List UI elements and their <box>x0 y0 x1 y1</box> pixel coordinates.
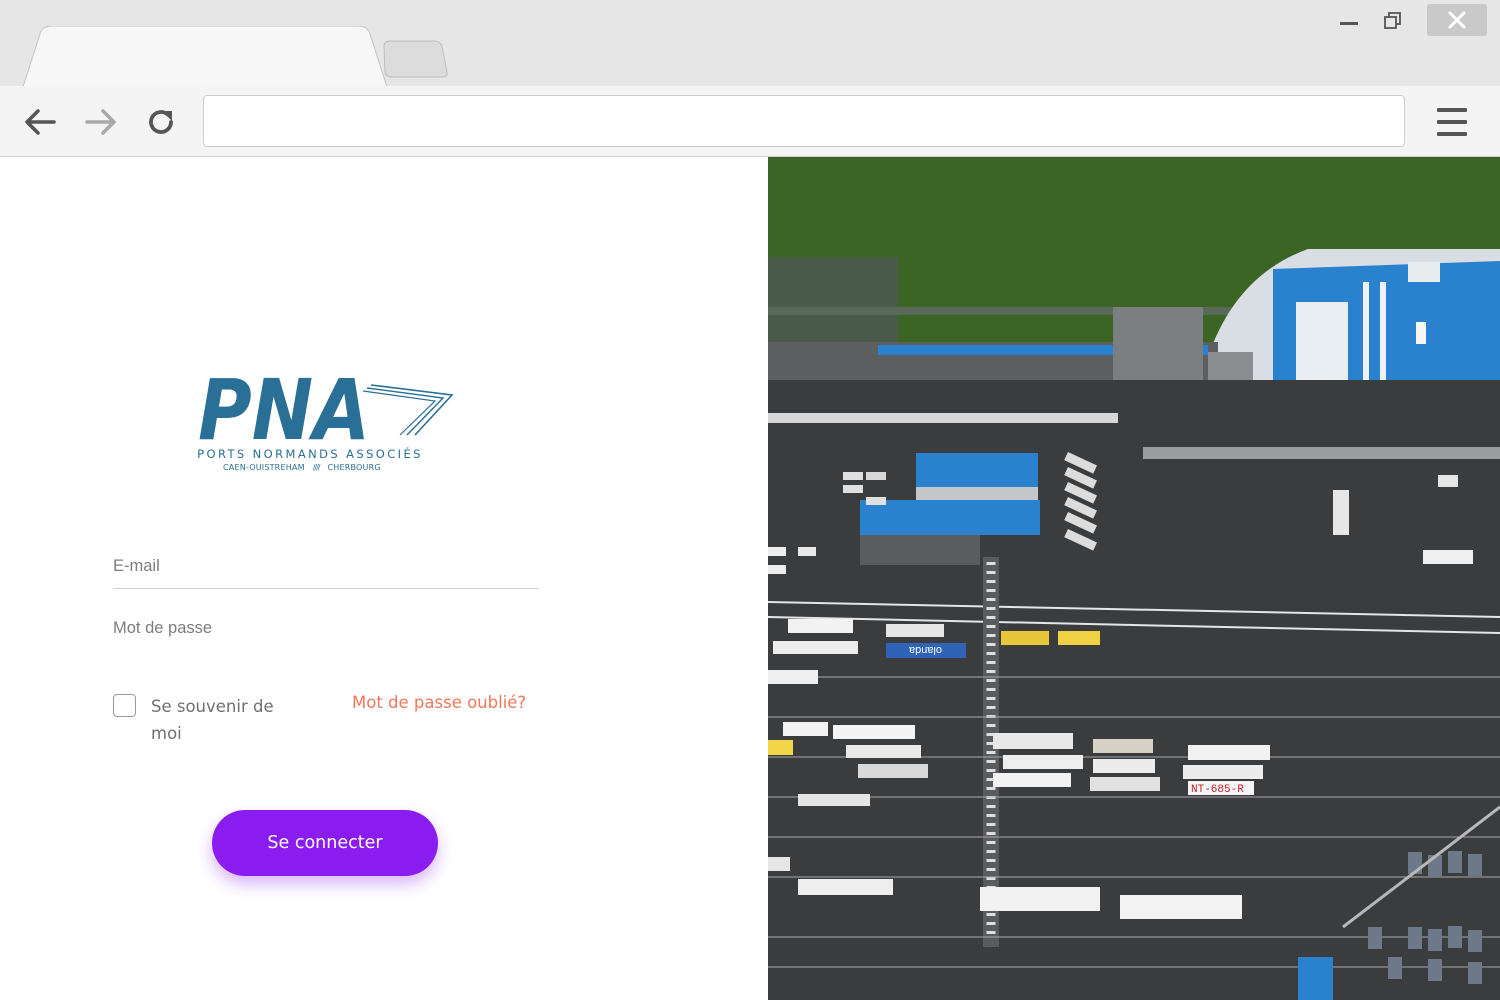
reload-icon <box>149 110 173 134</box>
close-window-button[interactable] <box>1427 4 1487 36</box>
pna-logo: PNA PORTS NORMANDS ASSOCIÉS CAEN-OUISTRE… <box>195 361 457 473</box>
close-icon <box>1448 11 1466 29</box>
browser-tab-active[interactable] <box>22 26 388 90</box>
pna-logo-mark: PNA <box>198 361 454 459</box>
login-panel: PNA PORTS NORMANDS ASSOCIÉS CAEN-OUISTRE… <box>0 157 768 1000</box>
address-bar[interactable] <box>203 95 1405 147</box>
hero-truck-brand: olanda <box>908 644 942 656</box>
terminal-building <box>916 453 1038 487</box>
browser-tab-strip <box>0 0 1500 90</box>
hero-image: olanda NT-685-R <box>768 157 1500 1000</box>
logo-company-name: PORTS NORMANDS ASSOCIÉS <box>197 447 423 461</box>
port-aerial-photo: olanda NT-685-R <box>768 157 1500 1000</box>
back-button[interactable] <box>22 104 58 140</box>
remember-me-label[interactable]: Se souvenir de moi <box>151 693 301 747</box>
arrow-left-icon <box>25 109 56 135</box>
pier-corner <box>768 257 898 347</box>
forward-button[interactable] <box>83 104 119 140</box>
logo-city-left: CAEN-OUISTREHAM <box>223 463 305 472</box>
logo-city-right: CHERBOURG <box>327 463 381 472</box>
remember-me-checkbox[interactable] <box>113 694 136 717</box>
login-button[interactable]: Se connecter <box>212 810 438 876</box>
remember-me: Se souvenir de moi <box>113 693 313 749</box>
minimize-icon[interactable] <box>1340 22 1358 25</box>
menu-line-icon <box>1437 120 1467 124</box>
logo-city-separator: //// <box>312 463 321 472</box>
email-input[interactable] <box>113 545 538 588</box>
hero-truck-plate: NT-685-R <box>1191 784 1244 796</box>
browser-new-tab[interactable] <box>382 40 448 78</box>
logo-mark-text: PNA <box>198 361 370 449</box>
menu-line-icon <box>1437 108 1467 112</box>
restore-icon[interactable] <box>1384 12 1402 30</box>
forgot-password-link[interactable]: Mot de passe oublié? <box>352 693 526 712</box>
page-viewport: PNA PORTS NORMANDS ASSOCIÉS CAEN-OUISTRE… <box>0 157 1500 1000</box>
browser-menu-button[interactable] <box>1432 102 1472 142</box>
browser-toolbar <box>0 86 1500 157</box>
ship-bridge <box>1296 302 1348 392</box>
password-input[interactable] <box>113 606 538 650</box>
email-field-wrapper <box>113 545 538 589</box>
password-field-wrapper <box>113 606 538 650</box>
arrow-right-icon <box>85 109 116 135</box>
logo-cities: CAEN-OUISTREHAM //// CHERBOURG <box>223 463 381 472</box>
reload-button[interactable] <box>143 104 179 140</box>
menu-line-icon <box>1437 132 1467 136</box>
